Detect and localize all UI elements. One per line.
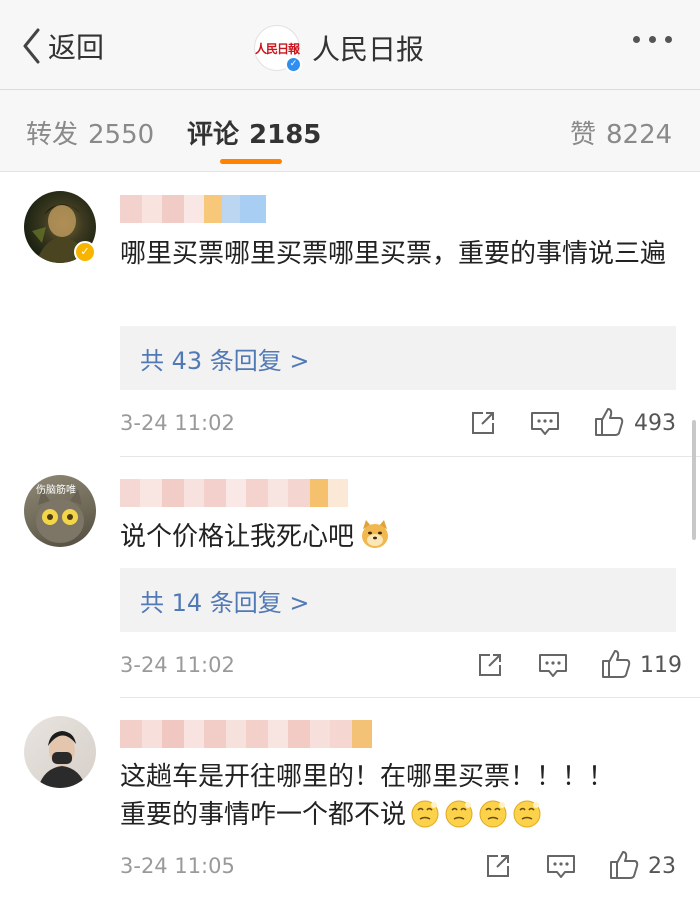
tab-bar: 转发 2550 评论 2185 赞 8224: [0, 90, 700, 172]
back-label: 返回: [48, 31, 105, 64]
comment-icon[interactable]: [546, 854, 576, 880]
comment-item: ✓ 哪里买票哪里买票哪里买票，重要的事情说三遍 共 43 条回复 > 3-24 …: [0, 173, 700, 456]
tab-reposts-count: 2550: [88, 120, 155, 150]
tab-reposts[interactable]: 转发 2550: [26, 114, 154, 151]
share-icon[interactable]: [476, 651, 504, 679]
back-button[interactable]: 返回: [22, 26, 104, 66]
tab-comments[interactable]: 评论 2185: [187, 114, 321, 151]
like-count: 23: [648, 854, 676, 879]
avatar-image: [38, 731, 86, 788]
thumbs-up-icon[interactable]: [600, 648, 632, 680]
avatar[interactable]: 伤脑筋唯: [24, 475, 96, 547]
logo-text: 人民日報: [255, 41, 300, 56]
comment-time: 3-24 11:05: [120, 854, 235, 878]
comment-item: 这趟车是开往哪里的！在哪里买票！！！！ 重要的事情咋一个都不说 3-24 11:…: [0, 698, 700, 902]
replies-label: 共 14 条回复 >: [140, 589, 310, 617]
like-count: 493: [634, 411, 676, 436]
scrollbar[interactable]: [692, 420, 696, 540]
replies-button[interactable]: 共 14 条回复 >: [120, 568, 676, 632]
tab-reposts-label: 转发: [26, 120, 79, 150]
comment-text-line1: 这趟车是开往哪里的！在哪里买票！！！！: [120, 762, 615, 792]
username-blurred[interactable]: [120, 195, 266, 223]
active-tab-indicator: [220, 159, 282, 164]
comment-text: 说个价格让我死心吧: [120, 517, 672, 556]
comment-time: 3-24 11:02: [120, 411, 235, 435]
comment-text-body: 说个价格让我死心吧: [120, 522, 355, 552]
account-avatar-logo: 人民日報 ✓: [254, 25, 302, 73]
avatar[interactable]: [24, 716, 96, 788]
tab-likes-label: 赞: [570, 120, 597, 150]
username-blurred[interactable]: [120, 720, 372, 748]
thinking-face-icon: [479, 800, 507, 828]
comment-time: 3-24 11:02: [120, 653, 235, 677]
comment-text: 这趟车是开往哪里的！在哪里买票！！！！ 重要的事情咋一个都不说: [120, 758, 672, 834]
tab-likes-count: 8224: [606, 120, 673, 150]
avatar-caption: 伤脑筋唯: [36, 485, 76, 496]
username-blurred[interactable]: [120, 479, 348, 507]
comment-text-line2: 重要的事情咋一个都不说: [120, 796, 672, 834]
replies-label: 共 43 条回复 >: [140, 347, 310, 375]
thinking-face-icon: [445, 800, 473, 828]
like-count: 119: [640, 653, 682, 678]
nav-bar: 返回 人民日報 ✓ 人民日报: [0, 0, 700, 90]
comment-text-line2-body: 重要的事情咋一个都不说: [120, 800, 407, 830]
doge-icon: [362, 520, 389, 548]
tab-comments-label: 评论: [187, 120, 240, 150]
tab-likes[interactable]: 赞 8224: [570, 114, 672, 151]
comment-item: 伤脑筋唯 说个价格让我死心吧 共 14 条回复 > 3-24 11:02 119: [0, 457, 700, 697]
chevron-left-icon: [23, 28, 40, 64]
comment-text: 哪里买票哪里买票哪里买票，重要的事情说三遍: [120, 239, 667, 269]
page-title: 人民日报: [312, 33, 425, 66]
verified-badge-icon: ✓: [74, 241, 96, 263]
thumbs-up-icon[interactable]: [608, 849, 640, 881]
share-icon[interactable]: [484, 852, 512, 880]
comment-icon[interactable]: [530, 411, 560, 437]
more-options-icon[interactable]: [633, 36, 672, 43]
verified-badge-icon: ✓: [285, 56, 302, 73]
thinking-face-icon: [513, 800, 541, 828]
thumbs-up-icon[interactable]: [593, 406, 625, 438]
account-title[interactable]: 人民日報 ✓ 人民日报: [254, 24, 425, 73]
share-icon[interactable]: [469, 409, 497, 437]
replies-button[interactable]: 共 43 条回复 >: [120, 326, 676, 390]
tab-comments-count: 2185: [249, 120, 322, 150]
comment-icon[interactable]: [538, 653, 568, 679]
thinking-face-icon: [411, 800, 439, 828]
